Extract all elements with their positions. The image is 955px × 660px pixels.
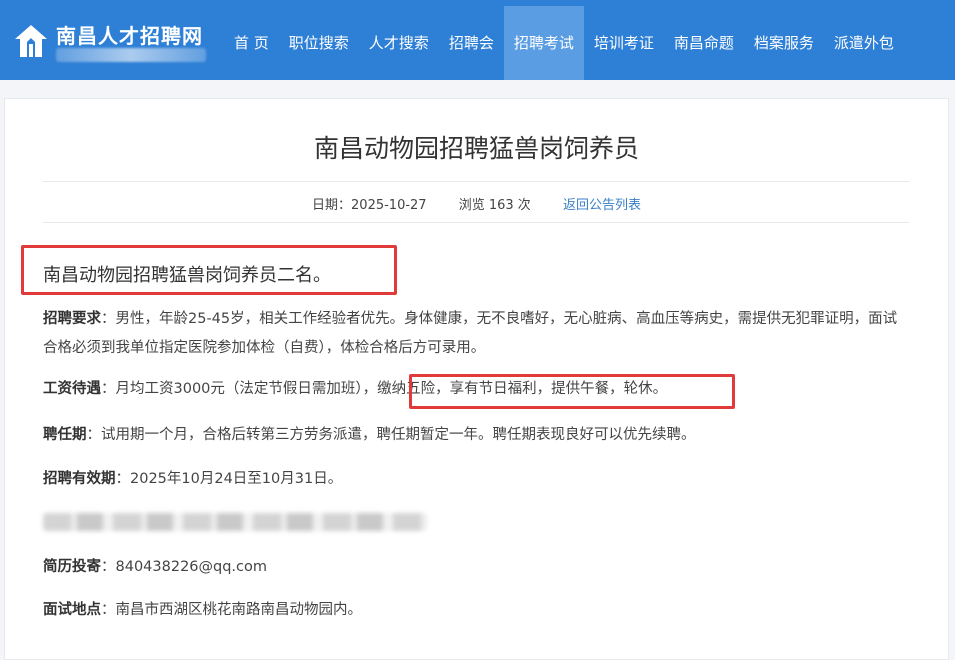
article-meta: 日期：2025-10-27 浏览 163 次 返回公告列表 (5, 194, 948, 213)
location-paragraph: 面试地点：南昌市西湖区桃花南路南昌动物园内。 (43, 596, 911, 625)
requirements-text: ：男性，年龄25-45岁，相关工作经验者优先。身体健康，无不良嗜好，无心脏病、高… (43, 311, 898, 356)
article-card: 南昌动物园招聘猛兽岗饲养员 日期：2025-10-27 浏览 163 次 返回公… (4, 98, 949, 660)
term-paragraph: 聘任期：试用期一个月，合格后转第三方劳务派遣，聘任期暂定一年。聘任期表现良好可以… (43, 421, 911, 450)
term-label: 聘任期 (43, 427, 87, 443)
location-label: 面试地点 (43, 602, 101, 618)
site-header: 南昌人才招聘网 首 页 职位搜索 人才搜索 招聘会 招聘考试 培训考证 南昌命题… (0, 0, 955, 80)
benefits-highlight-box (409, 374, 735, 409)
back-to-list-link[interactable]: 返回公告列表 (563, 198, 641, 213)
salary-label: 工资待遇 (43, 381, 101, 397)
title-divider (43, 181, 909, 182)
article-intro: 南昌动物园招聘猛兽岗饲养员二名。 (43, 265, 331, 286)
nav-archive-service[interactable]: 档案服务 (744, 6, 824, 80)
validity-paragraph: 招聘有效期：2025年10月24日至10月31日。 (43, 465, 911, 494)
resume-label: 简历投寄 (43, 559, 101, 575)
nav-training-certification[interactable]: 培训考证 (584, 6, 664, 80)
article-date: 日期：2025-10-27 (312, 198, 427, 213)
nav-dispatch-outsourcing[interactable]: 派遣外包 (824, 6, 904, 80)
nav-talent-search[interactable]: 人才搜索 (359, 6, 439, 80)
nav-nanchang-exam[interactable]: 南昌命题 (664, 6, 744, 80)
nav-recruitment-exam[interactable]: 招聘考试 (503, 6, 584, 80)
site-title: 南昌人才招聘网 (56, 24, 203, 48)
main-nav: 首 页 职位搜索 人才搜索 招聘会 招聘考试 培训考证 南昌命题 档案服务 派遣… (224, 6, 904, 80)
redacted-line (43, 513, 427, 531)
requirements-label: 招聘要求 (43, 311, 101, 327)
resume-text[interactable]: ：840438226@qq.com (101, 559, 267, 575)
site-logo[interactable]: 南昌人才招聘网 (8, 12, 218, 68)
term-text: ：试用期一个月，合格后转第三方劳务派遣，聘任期暂定一年。聘任期表现良好可以优先续… (86, 427, 696, 443)
location-text: ：南昌市西湖区桃花南路南昌动物园内。 (101, 602, 362, 618)
logo-icon (15, 25, 47, 57)
requirements-paragraph: 招聘要求：男性，年龄25-45岁，相关工作经验者优先。身体健康，无不良嗜好，无心… (43, 305, 911, 363)
nav-job-search[interactable]: 职位搜索 (279, 6, 359, 80)
validity-text: ：2025年10月24日至10月31日。 (115, 471, 343, 487)
nav-job-fair[interactable]: 招聘会 (439, 6, 504, 80)
validity-label: 招聘有效期 (43, 471, 116, 487)
nav-home[interactable]: 首 页 (224, 6, 279, 80)
resume-paragraph: 简历投寄：840438226@qq.com (43, 553, 911, 582)
article-title: 南昌动物园招聘猛兽岗饲养员 (313, 134, 639, 163)
meta-divider (43, 222, 909, 223)
site-url-redacted (56, 48, 206, 62)
article-views: 浏览 163 次 (458, 198, 531, 213)
